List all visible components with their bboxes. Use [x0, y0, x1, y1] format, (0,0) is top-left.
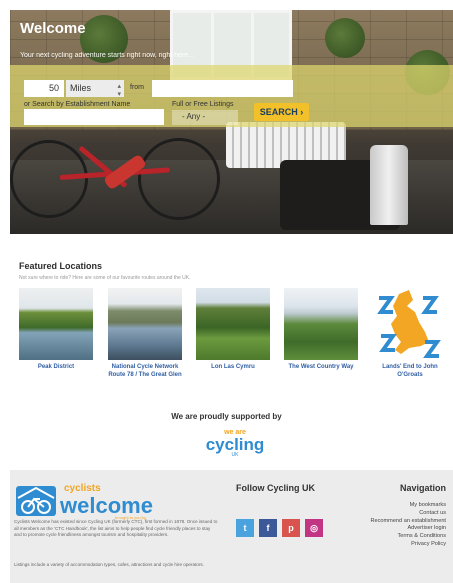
search-button[interactable]: SEARCH ›: [254, 103, 309, 121]
featured-location-card[interactable]: The West Country Way: [283, 288, 359, 372]
footer-nav: My bookmarks Contact us Recommend an est…: [370, 502, 446, 549]
establishment-name-input[interactable]: [24, 109, 164, 125]
bicycle-rear-wheel: [138, 138, 220, 220]
bicycle-front-wheel: [10, 140, 88, 218]
listing-type-select[interactable]: - Any -: [172, 110, 238, 125]
footer-listing-text: Listings include a variety of accommodat…: [14, 562, 204, 567]
chevron-right-icon: ›: [300, 107, 304, 117]
nav-link-advertiser-login[interactable]: Advertiser login: [370, 525, 446, 533]
twitter-glyph: t: [243, 523, 247, 533]
uk-map-icon: [377, 290, 441, 358]
nav-link-terms[interactable]: Terms & Conditions: [370, 533, 447, 541]
location-thumbnail[interactable]: [196, 288, 270, 360]
location-thumbnail[interactable]: [108, 288, 182, 360]
establishment-label: or Search by Establishment Name: [24, 101, 131, 108]
location-link[interactable]: Lands' End to John O'Groats: [372, 364, 448, 380]
nav-link-privacy[interactable]: Privacy Policy: [370, 541, 446, 549]
location-thumbnail[interactable]: [19, 288, 93, 360]
facebook-icon[interactable]: f: [259, 519, 277, 537]
hero-title: Welcome: [20, 20, 86, 37]
distance-value-input[interactable]: 50: [24, 80, 64, 97]
instagram-icon[interactable]: ◎: [305, 519, 323, 537]
distance-unit-label: Miles: [70, 83, 92, 93]
nav-link-contact[interactable]: Contact us: [370, 510, 446, 518]
location-link[interactable]: Lon Las Cymru: [195, 364, 271, 372]
location-link[interactable]: National Cycle Network Route 78 / The Gr…: [107, 364, 183, 380]
metal-bin: [370, 145, 408, 225]
footer-about-text: Cyclists Welcome has existed since Cycli…: [14, 519, 218, 538]
instagram-glyph: ◎: [310, 523, 318, 533]
chevron-updown-icon: ▴ ▾: [117, 83, 121, 98]
featured-title: Featured Locations: [19, 261, 103, 271]
hero-tagline: Your next cycling adventure starts right…: [20, 52, 195, 59]
location-thumbnail[interactable]: [284, 288, 358, 360]
follow-title: Follow Cycling UK: [236, 483, 316, 493]
support-text: We are proudly supported by: [171, 412, 282, 421]
pinterest-icon[interactable]: p: [282, 519, 300, 537]
featured-location-card[interactable]: National Cycle Network Route 78 / The Gr…: [107, 288, 183, 380]
nav-link-recommend[interactable]: Recommend an establishment: [370, 518, 446, 526]
navigation-title: Navigation: [399, 483, 446, 493]
distance-unit-select[interactable]: Miles ▴ ▾: [66, 80, 124, 98]
featured-subtitle: Not sure where to ride? Here are some of…: [19, 275, 191, 281]
search-button-label: SEARCH: [259, 107, 298, 117]
twitter-icon[interactable]: t: [236, 519, 254, 537]
from-label: from: [130, 84, 144, 91]
location-link[interactable]: The West Country Way: [283, 364, 359, 372]
featured-location-card[interactable]: Lon Las Cymru: [195, 288, 271, 372]
topiary-shrub: [325, 18, 365, 58]
listing-type-label: Full or Free Listings: [172, 101, 234, 108]
bicycle-icon: [16, 486, 56, 516]
logo-cycling: cycling: [205, 435, 265, 454]
location-link[interactable]: Peak District: [18, 364, 94, 372]
featured-location-card[interactable]: Peak District: [18, 288, 94, 372]
location-thumbnail[interactable]: [373, 288, 447, 360]
pinterest-glyph: p: [288, 523, 294, 533]
nav-link-bookmarks[interactable]: My bookmarks: [370, 502, 446, 510]
facebook-glyph: f: [266, 523, 270, 533]
listing-type-value: - Any -: [182, 112, 206, 121]
featured-location-card[interactable]: Lands' End to John O'Groats: [372, 288, 448, 380]
from-location-input[interactable]: [152, 80, 293, 97]
cycling-uk-logo[interactable]: we are cycling UK: [194, 429, 276, 461]
